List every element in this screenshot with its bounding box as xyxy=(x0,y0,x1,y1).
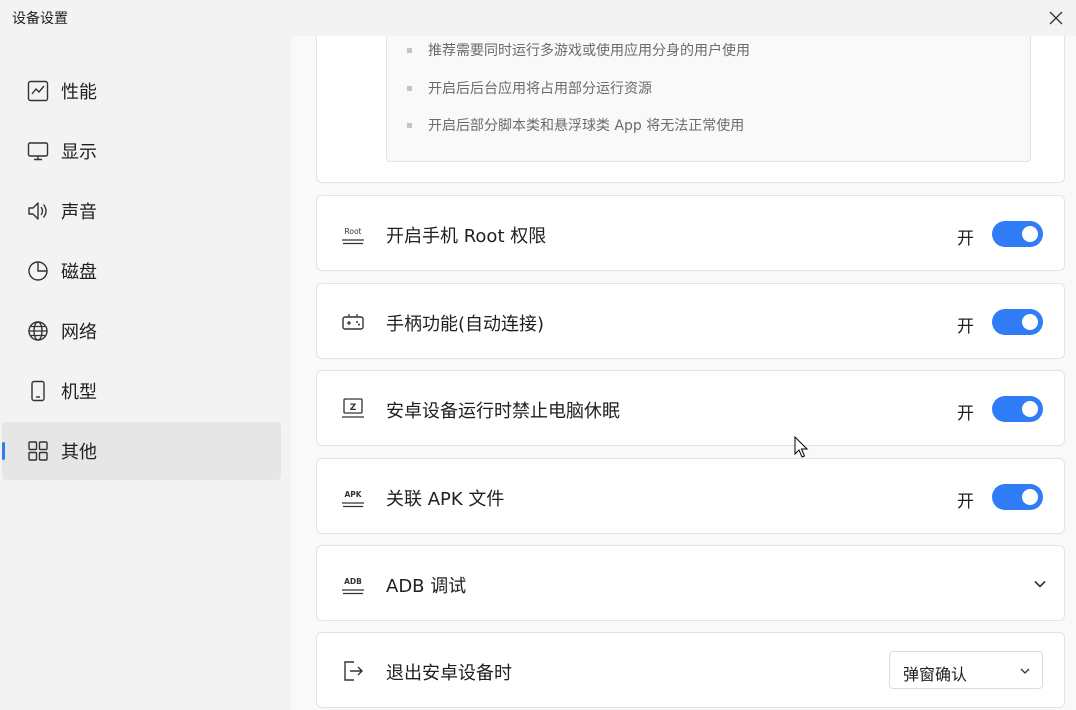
sidebar-item-model[interactable]: 机型 xyxy=(2,362,281,420)
performance-chart-icon xyxy=(26,79,50,103)
phone-icon xyxy=(26,379,50,403)
root-state-label: 开 xyxy=(957,224,974,249)
adb-debug-setting-row[interactable]: ADB ADB 调试 xyxy=(316,545,1065,621)
chevron-down-icon[interactable] xyxy=(1030,574,1050,594)
svg-text:Z: Z xyxy=(350,403,357,413)
sidebar-item-other[interactable]: 其他 xyxy=(2,422,281,480)
disk-pie-icon xyxy=(26,259,50,283)
multi-instance-setting-card: 推荐需要同时运行多游戏或使用应用分身的用户使用 开启后后台应用将占用部分运行资源… xyxy=(316,36,1065,183)
sidebar-item-performance[interactable]: 性能 xyxy=(2,62,281,120)
tip-item: 推荐需要同时运行多游戏或使用应用分身的用户使用 xyxy=(407,40,750,60)
monitor-icon xyxy=(26,139,50,163)
svg-text:Root: Root xyxy=(345,227,362,236)
svg-text:APK: APK xyxy=(344,490,362,499)
toggle-knob xyxy=(1022,314,1038,330)
sidebar-item-sound[interactable]: 声音 xyxy=(2,182,281,240)
sidebar-item-display[interactable]: 显示 xyxy=(2,122,281,180)
exit-behavior-select[interactable]: 弹窗确认 xyxy=(889,651,1043,689)
close-button[interactable] xyxy=(1042,4,1070,32)
exit-icon xyxy=(340,659,366,683)
settings-content[interactable]: 推荐需要同时运行多游戏或使用应用分身的用户使用 开启后后台应用将占用部分运行资源… xyxy=(291,36,1076,710)
sidebar-item-label: 网络 xyxy=(61,318,97,344)
root-icon: Root xyxy=(340,222,366,246)
prevent-sleep-state-label: 开 xyxy=(957,399,974,424)
toggle-knob xyxy=(1022,489,1038,505)
gamepad-state-label: 开 xyxy=(957,312,974,337)
apk-association-setting-row: APK 关联 APK 文件 开 xyxy=(316,458,1065,534)
tips-box: 推荐需要同时运行多游戏或使用应用分身的用户使用 开启后后台应用将占用部分运行资源… xyxy=(386,36,1031,162)
tip-item: 开启后后台应用将占用部分运行资源 xyxy=(407,78,652,98)
sidebar-item-label: 声音 xyxy=(61,198,97,224)
sidebar-item-label: 其他 xyxy=(61,438,97,464)
root-setting-row: Root 开启手机 Root 权限 开 xyxy=(316,195,1065,271)
grid-icon xyxy=(26,439,50,463)
apk-icon: APK xyxy=(340,485,366,509)
tip-item: 开启后部分脚本类和悬浮球类 App 将无法正常使用 xyxy=(407,115,744,135)
sleep-icon: Z xyxy=(340,397,366,421)
exit-behavior-setting-row: 退出安卓设备时 弹窗确认 xyxy=(316,632,1065,708)
apk-association-setting-label: 关联 APK 文件 xyxy=(386,485,504,511)
prevent-sleep-setting-label: 安卓设备运行时禁止电脑休眠 xyxy=(386,397,620,423)
sidebar-item-network[interactable]: 网络 xyxy=(2,302,281,360)
apk-association-state-label: 开 xyxy=(957,487,974,512)
prevent-sleep-setting-row: Z 安卓设备运行时禁止电脑休眠 开 xyxy=(316,370,1065,446)
close-icon xyxy=(1048,10,1064,26)
gamepad-setting-row: 手柄功能(自动连接) 开 xyxy=(316,283,1065,359)
root-setting-label: 开启手机 Root 权限 xyxy=(386,222,546,248)
toggle-knob xyxy=(1022,226,1038,242)
root-toggle[interactable] xyxy=(992,221,1043,247)
chevron-down-icon xyxy=(1018,664,1032,678)
window-title: 设备设置 xyxy=(12,8,68,28)
exit-behavior-setting-label: 退出安卓设备时 xyxy=(386,659,512,685)
gamepad-setting-label: 手柄功能(自动连接) xyxy=(386,310,544,336)
globe-icon xyxy=(26,319,50,343)
gamepad-toggle[interactable] xyxy=(992,309,1043,335)
adb-icon: ADB xyxy=(340,572,366,596)
gamepad-icon xyxy=(340,310,366,334)
sidebar-item-label: 磁盘 xyxy=(61,258,97,284)
prevent-sleep-toggle[interactable] xyxy=(992,396,1043,422)
apk-association-toggle[interactable] xyxy=(992,484,1043,510)
speaker-icon xyxy=(26,199,50,223)
svg-text:ADB: ADB xyxy=(344,577,362,586)
sidebar: 性能 显示 声音 磁盘 网络 机型 其他 xyxy=(0,36,291,710)
toggle-knob xyxy=(1022,401,1038,417)
sidebar-item-label: 性能 xyxy=(61,78,97,104)
mouse-cursor-icon xyxy=(794,436,810,460)
sidebar-item-disk[interactable]: 磁盘 xyxy=(2,242,281,300)
exit-behavior-selected-value: 弹窗确认 xyxy=(903,661,967,685)
adb-debug-setting-label: ADB 调试 xyxy=(386,572,466,598)
sidebar-item-label: 显示 xyxy=(61,138,97,164)
title-bar: 设备设置 xyxy=(0,0,1076,36)
sidebar-item-label: 机型 xyxy=(61,378,97,404)
